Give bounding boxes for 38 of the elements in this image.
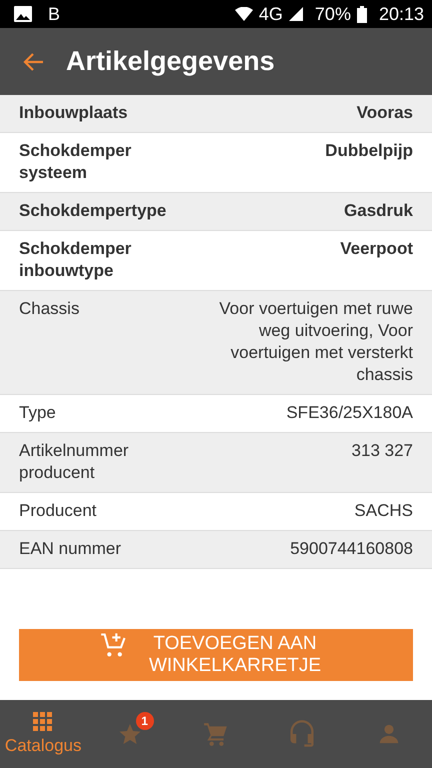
- add-to-cart-button[interactable]: TOEVOEGEN AAN WINKELKARRETJE: [19, 629, 413, 681]
- detail-value: 5900744160808: [290, 538, 413, 560]
- detail-value: Vooras: [356, 102, 413, 124]
- count-badge: 1: [136, 712, 154, 730]
- detail-value: 313 327: [352, 440, 413, 462]
- detail-label: Schokdemper systeem: [19, 140, 132, 184]
- detail-value: SFE36/25X180A: [286, 402, 413, 424]
- detail-label: Inbouwplaats: [19, 102, 128, 124]
- battery-icon: [356, 6, 367, 22]
- clock-text: 20:13: [378, 4, 424, 24]
- network-text: 4G: [258, 4, 283, 24]
- signal-icon: [288, 7, 303, 21]
- wifi-icon: [234, 7, 253, 21]
- detail-value: Dubbelpijp: [325, 140, 413, 162]
- back-arrow-icon: [22, 52, 44, 72]
- headset-icon: [288, 719, 316, 749]
- detail-label: Schokdemper inbouwtype: [19, 238, 132, 282]
- cart-icon: [203, 721, 230, 747]
- detail-label: Producent: [19, 500, 96, 522]
- detail-label: Type: [19, 402, 56, 424]
- detail-label: EAN nummer: [19, 538, 122, 560]
- detail-value: Gasdruk: [344, 200, 413, 222]
- detail-value: SACHS: [354, 500, 413, 522]
- back-button[interactable]: [22, 52, 44, 72]
- nav-tab[interactable]: 1: [86, 700, 173, 768]
- nav-tab[interactable]: Catalogus: [0, 700, 86, 768]
- grid-icon: [33, 712, 54, 732]
- carrier-text: B: [48, 4, 60, 24]
- detail-label: Chassis: [19, 298, 80, 320]
- detail-label: Artikelnummer producent: [19, 440, 130, 484]
- screen-title: Artikelgegevens: [66, 46, 275, 77]
- battery-text: 70%: [314, 4, 351, 24]
- image-icon: [14, 6, 32, 22]
- detail-value: Voor voertuigen met ruwe weg uitvoering, Voor voertuigen met versterkt chassis: [218, 298, 413, 386]
- detail-label: Schokdempertype: [19, 200, 166, 222]
- person-icon: [378, 723, 400, 745]
- detail-value: Veerpoot: [340, 238, 413, 260]
- star-icon: [118, 722, 142, 746]
